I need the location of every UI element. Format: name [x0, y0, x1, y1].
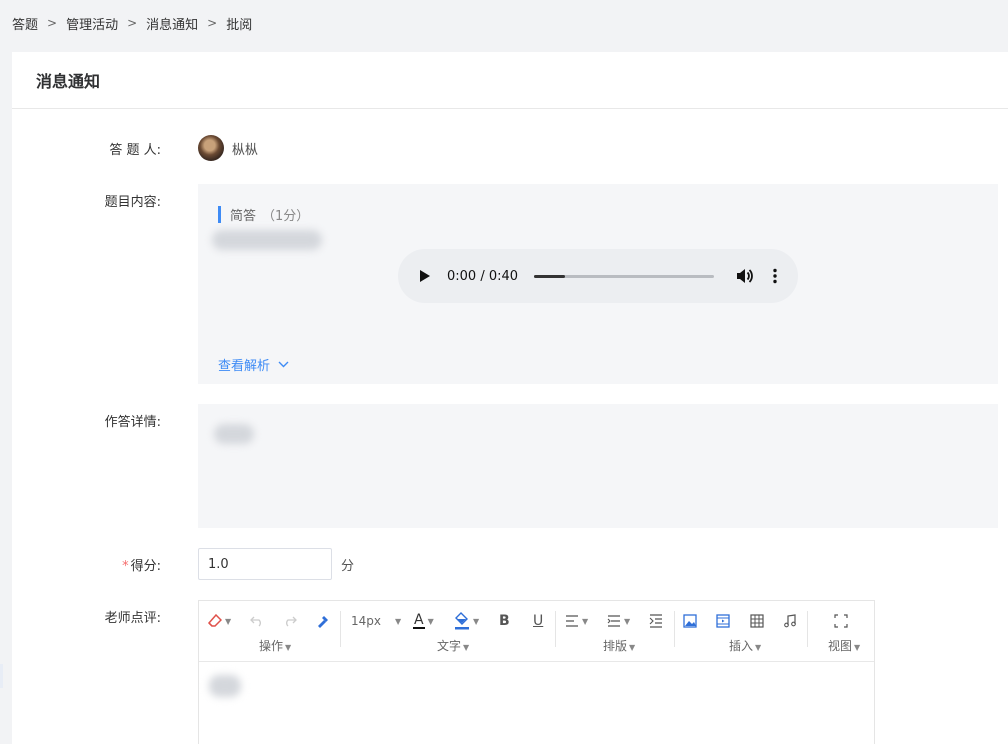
bold-button[interactable]: B [499, 611, 510, 631]
view-analysis-label: 查看解析 [218, 359, 271, 374]
chevron-down-icon [278, 357, 289, 372]
audio-icon[interactable] [783, 611, 797, 631]
group-layout-label: 排版 [603, 639, 628, 653]
blurred-answer-text [214, 424, 254, 444]
toolbar-divider [807, 611, 808, 647]
toolbar-divider [674, 611, 675, 647]
group-text[interactable]: 文字 ▼ [437, 637, 469, 654]
question-label: 题目内容: [104, 195, 161, 210]
font-size-value: 14px [351, 614, 381, 628]
answerer-label: 答 题 人: [109, 143, 161, 158]
question-type-marker [218, 206, 221, 223]
panel-header: 消息通知 [12, 52, 1008, 109]
answer-detail-box [198, 404, 998, 528]
group-text-label: 文字 [437, 639, 462, 653]
font-color-label: A [413, 612, 425, 629]
underline-button[interactable]: U [533, 611, 543, 631]
group-operate-label: 操作 [259, 639, 284, 653]
breadcrumb-item-notification[interactable]: 消息通知 [146, 14, 198, 33]
score-input[interactable] [198, 548, 332, 580]
more-options-icon[interactable] [772, 268, 778, 284]
avatar [198, 135, 224, 161]
editor-content-area[interactable] [199, 663, 874, 744]
background-color-icon[interactable]: ▼ [454, 611, 479, 631]
breadcrumb-item-answer[interactable]: 答题 [12, 14, 38, 33]
question-points: （1分） [262, 209, 310, 224]
undo-icon[interactable] [250, 611, 264, 631]
clear-format-icon[interactable]: ▼ [208, 611, 231, 631]
blurred-comment-text [209, 675, 241, 697]
sidebar-collapse-handle[interactable] [0, 664, 3, 688]
score-unit: 分 [341, 559, 355, 574]
group-view[interactable]: 视图 ▼ [828, 637, 860, 654]
audio-player[interactable]: 0:00 / 0:40 [398, 249, 798, 303]
font-color-icon[interactable]: A ▼ [413, 611, 434, 631]
indent-icon[interactable] [649, 611, 663, 631]
toolbar-divider [555, 611, 556, 647]
breadcrumb-item-review: 批阅 [226, 17, 253, 33]
video-icon[interactable] [716, 611, 730, 631]
audio-time: 0:00 / 0:40 [447, 268, 519, 284]
line-height-icon[interactable]: ▼ [607, 611, 630, 631]
audio-progress-fill [534, 274, 565, 278]
volume-icon[interactable] [736, 268, 754, 284]
answerer-info: 枞枞 [198, 135, 258, 161]
view-analysis-link[interactable]: 查看解析 [218, 355, 289, 374]
editor-toolbar: ▼ 操作 ▼ 14px ▼ A ▼ ▼ B U 文字 ▼ ▼ ▼ 排版 ▼ 插入… [199, 601, 874, 662]
audio-progress-bar[interactable] [534, 274, 715, 278]
comment-label: 老师点评: [104, 611, 161, 626]
redo-icon[interactable] [283, 611, 297, 631]
group-layout[interactable]: 排版 ▼ [603, 637, 635, 654]
blurred-question-text [212, 230, 322, 250]
breadcrumb-separator: > [127, 16, 138, 30]
score-label: * 得分: [122, 555, 161, 574]
toolbar-divider [340, 611, 341, 647]
breadcrumb-item-manage-activity[interactable]: 管理活动 [66, 14, 118, 33]
image-icon[interactable] [683, 611, 697, 631]
breadcrumb-separator: > [47, 16, 58, 30]
answerer-name: 枞枞 [232, 142, 259, 158]
align-icon[interactable]: ▼ [565, 611, 588, 631]
group-insert-label: 插入 [729, 639, 754, 653]
group-insert[interactable]: 插入 ▼ [729, 637, 761, 654]
play-icon[interactable] [420, 270, 430, 282]
question-content-box: 简答 （1分） 0:00 / 0:40 查看解析 [198, 184, 998, 384]
table-icon[interactable] [750, 611, 764, 631]
fullscreen-icon[interactable] [834, 611, 848, 631]
font-size-select[interactable]: 14px ▼ [351, 611, 401, 631]
answer-detail-label: 作答详情: [104, 415, 161, 430]
required-mark: * [122, 559, 129, 574]
page-title: 消息通知 [36, 72, 101, 91]
score-label-text: 得分: [130, 559, 161, 574]
group-view-label: 视图 [828, 639, 853, 653]
breadcrumb: 答题 > 管理活动 > 消息通知 > 批阅 [12, 14, 253, 33]
breadcrumb-separator: > [207, 16, 218, 30]
question-type-label: 简答 [230, 209, 257, 224]
group-operate[interactable]: 操作 ▼ [259, 637, 291, 654]
format-painter-icon[interactable] [315, 611, 331, 631]
question-type: 简答 （1分） [218, 205, 309, 224]
rich-text-editor: ▼ 操作 ▼ 14px ▼ A ▼ ▼ B U 文字 ▼ ▼ ▼ 排版 ▼ 插入… [198, 600, 875, 744]
